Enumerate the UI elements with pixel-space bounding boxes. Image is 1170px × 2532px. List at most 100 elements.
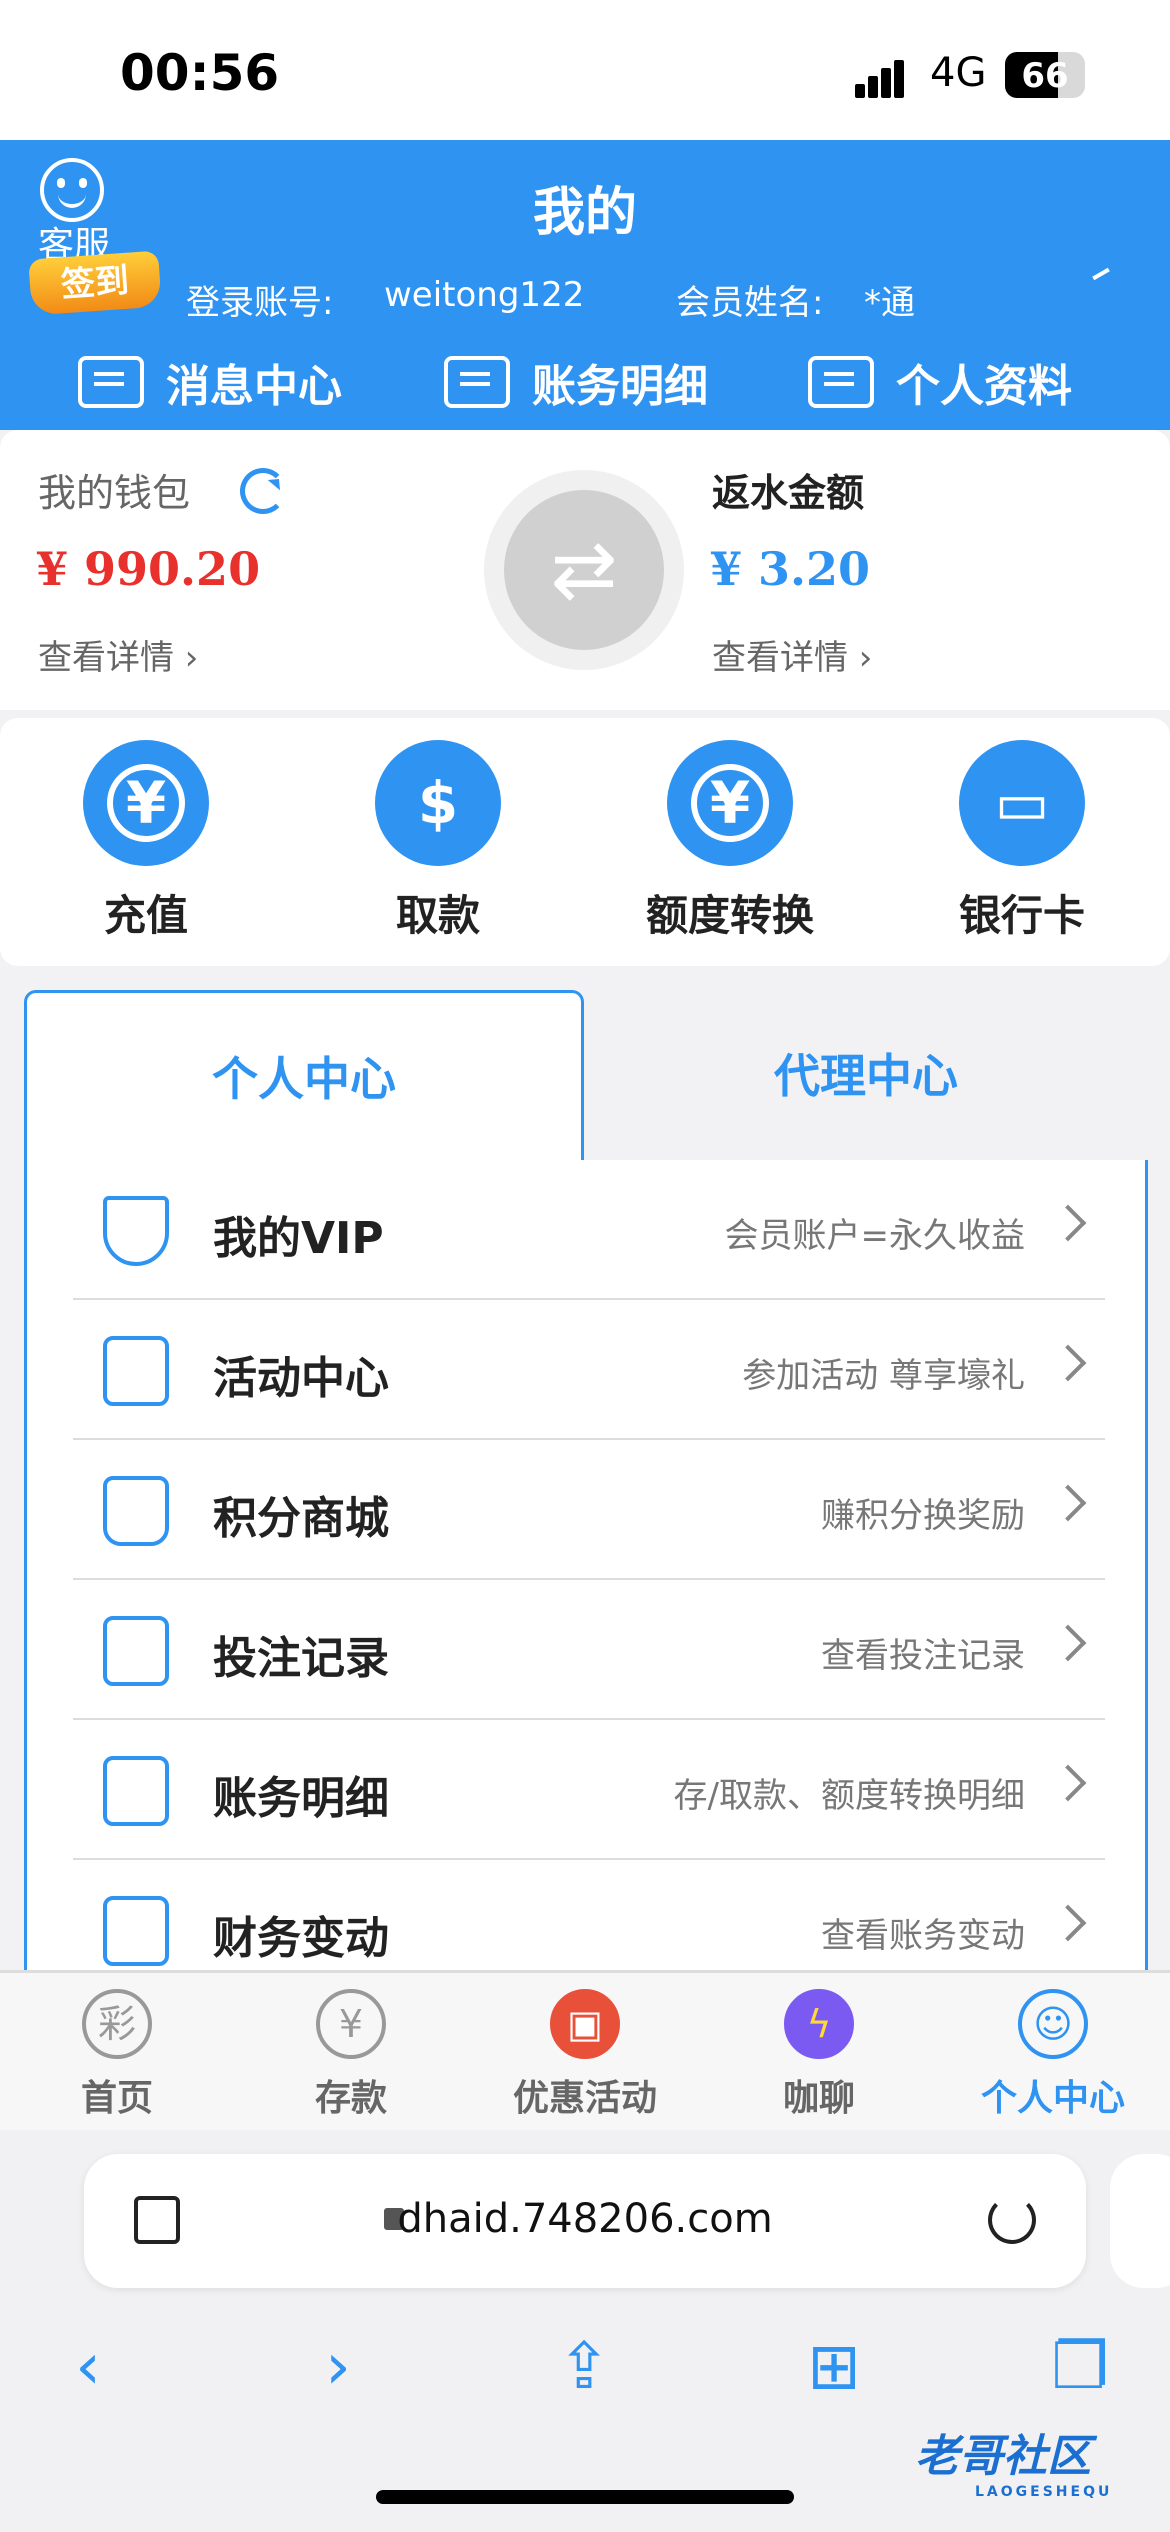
account-label: 登录账号: <box>186 283 334 323</box>
watermark-subtext: LAOGESHEQU <box>975 2484 1113 2500</box>
tab-label: 存款 <box>314 2078 387 2119</box>
battery-icon: 66 <box>1005 52 1085 98</box>
nav-personal-info[interactable]: 个人资料 <box>808 350 1072 414</box>
menu-item-subtitle: 查看账务变动 <box>821 1916 1025 1956</box>
yuan-coin-icon: ¥ <box>316 1989 386 2059</box>
menu-panel: 我的VIP 会员账户=永久收益 活动中心 参加活动 尊享壕礼 积分商城 赚积分换… <box>24 1160 1148 2060</box>
member-name-label: 会员姓名: <box>676 283 824 323</box>
swap-arrows-icon: ⇄ <box>504 490 664 650</box>
deposit-button[interactable]: ¥ 充值 <box>36 740 256 943</box>
menu-item-subtitle: 赚积分换奖励 <box>821 1496 1025 1536</box>
id-card-icon <box>808 356 874 408</box>
menu-item-subtitle: 会员账户=永久收益 <box>724 1216 1026 1256</box>
bottom-tab-bar: 彩 首页 ¥ 存款 ▣ 优惠活动 ϟ 咖聊 ☺ 个人中心 <box>0 1970 1170 2130</box>
menu-item-title: 积分商城 <box>213 1493 389 1544</box>
tab-agent-center[interactable]: 代理中心 <box>584 990 1148 1160</box>
bet-record-icon <box>103 1616 169 1686</box>
rebate-detail-label: 查看详情 <box>712 638 848 678</box>
rebate-amount: ¥ 3.20 <box>710 542 871 596</box>
chevron-right-icon <box>1049 1624 1087 1662</box>
rebate-detail-link[interactable]: 查看详情 › <box>712 630 872 679</box>
member-name-value: *通 <box>864 283 915 323</box>
nav-label: 消息中心 <box>166 361 342 412</box>
tab-chat[interactable]: ϟ 咖聊 <box>702 1989 936 2121</box>
bank-card-icon: ▭ <box>959 740 1085 866</box>
tab-label: 首页 <box>80 2078 153 2119</box>
message-icon <box>78 356 144 408</box>
chevron-right-icon <box>1049 1764 1087 1802</box>
nav-label: 个人资料 <box>896 361 1072 412</box>
menu-item-subtitle: 参加活动 尊享壕礼 <box>742 1356 1025 1396</box>
tab-promotions[interactable]: ▣ 优惠活动 <box>468 1989 702 2121</box>
wallet-card: 我的钱包 ¥ 990.20 查看详情 › ⇄ 返水金额 ¥ 3.20 查看详情 … <box>0 430 1170 710</box>
address-bar[interactable]: dhaid.748206.com <box>84 2154 1086 2288</box>
back-icon[interactable]: ‹ <box>28 2330 148 2404</box>
decoration-mark <box>1092 267 1110 281</box>
wallet-detail-label: 查看详情 <box>38 638 174 678</box>
bookmarks-icon[interactable]: ⊞ <box>774 2330 894 2404</box>
withdraw-button[interactable]: $ 取款 <box>328 740 548 943</box>
tab-personal-center[interactable]: 个人中心 <box>24 990 584 1170</box>
yuan-icon: ¥ <box>83 740 209 866</box>
wallet-amount: ¥ 990.20 <box>36 542 261 596</box>
swap-button[interactable]: ⇄ <box>484 470 684 670</box>
rebate-title: 返水金额 <box>712 471 865 515</box>
menu-item-vip[interactable]: 我的VIP 会员账户=永久收益 <box>73 1160 1105 1300</box>
page-title: 我的 <box>532 183 637 243</box>
forward-icon[interactable]: › <box>278 2330 398 2404</box>
profile-header: 客服 我的 签到 登录账号: weitong122 会员姓名: *通 消息中心 … <box>0 140 1170 430</box>
chevron-right-icon <box>1049 1484 1087 1522</box>
tab-label: 优惠活动 <box>512 2078 657 2119</box>
lightning-icon: ϟ <box>784 1989 854 2059</box>
menu-item-bet-records[interactable]: 投注记录 查看投注记录 <box>73 1580 1105 1720</box>
status-time: 00:56 <box>120 44 280 102</box>
tab-label: 个人中心 <box>980 2078 1125 2119</box>
tab-label: 个人中心 <box>212 1052 396 1106</box>
tab-personal-center-active[interactable]: ☺ 个人中心 <box>936 1989 1170 2121</box>
share-icon[interactable]: ⇪ <box>524 2330 644 2404</box>
quick-action-label: 银行卡 <box>958 891 1085 940</box>
withdraw-icon: $ <box>375 740 501 866</box>
clipboard-check-icon <box>103 1336 169 1406</box>
refresh-icon[interactable] <box>240 468 286 514</box>
wallet-detail-link[interactable]: 查看详情 › <box>38 630 198 679</box>
reload-icon[interactable] <box>988 2196 1036 2244</box>
menu-item-title: 投注记录 <box>213 1633 389 1684</box>
lottery-icon: 彩 <box>82 1989 152 2059</box>
chevron-right-icon <box>1049 1904 1087 1942</box>
menu-item-title: 活动中心 <box>213 1353 389 1404</box>
menu-item-title: 我的VIP <box>213 1213 384 1264</box>
bank-card-button[interactable]: ▭ 银行卡 <box>912 740 1132 943</box>
gift-icon: ▣ <box>550 1989 620 2059</box>
wallet-title: 我的钱包 <box>38 471 191 515</box>
signal-icon <box>855 58 915 98</box>
quick-action-label: 取款 <box>395 891 480 940</box>
menu-item-title: 账务明细 <box>213 1773 389 1824</box>
menu-item-title: 财务变动 <box>213 1913 389 1964</box>
ledger-icon <box>444 356 510 408</box>
account-value: weitong122 <box>384 275 585 315</box>
menu-item-subtitle: 存/取款、额度转换明细 <box>673 1776 1025 1816</box>
tab-home[interactable]: 彩 首页 <box>0 1989 234 2121</box>
sign-in-badge[interactable]: 签到 <box>28 250 162 316</box>
menu-item-points-mall[interactable]: 积分商城 赚积分换奖励 <box>73 1440 1105 1580</box>
home-indicator <box>376 2490 794 2504</box>
diamond-icon <box>103 1196 169 1266</box>
finance-doc-icon <box>103 1896 169 1966</box>
url-text[interactable]: dhaid.748206.com <box>84 2196 1086 2242</box>
status-bar: 00:56 4G 66 <box>0 0 1170 140</box>
tabs-icon[interactable]: ❐ <box>1020 2330 1140 2404</box>
user-icon: ☺ <box>1018 1989 1088 2059</box>
nav-account-details[interactable]: 账务明细 <box>444 350 708 414</box>
nav-message-center[interactable]: 消息中心 <box>78 350 342 414</box>
tab-deposit[interactable]: ¥ 存款 <box>234 1989 468 2121</box>
next-tab-preview[interactable] <box>1110 2154 1170 2288</box>
transfer-button[interactable]: ¥ 额度转换 <box>620 740 840 943</box>
watermark-logo: 老哥社区 LAOGESHEQU <box>915 2420 1155 2510</box>
quick-action-label: 额度转换 <box>645 891 814 940</box>
document-list-icon <box>103 1756 169 1826</box>
menu-item-account-details[interactable]: 账务明细 存/取款、额度转换明细 <box>73 1720 1105 1860</box>
nav-label: 账务明细 <box>532 361 708 412</box>
menu-item-activities[interactable]: 活动中心 参加活动 尊享壕礼 <box>73 1300 1105 1440</box>
shopping-bag-icon <box>103 1476 169 1546</box>
